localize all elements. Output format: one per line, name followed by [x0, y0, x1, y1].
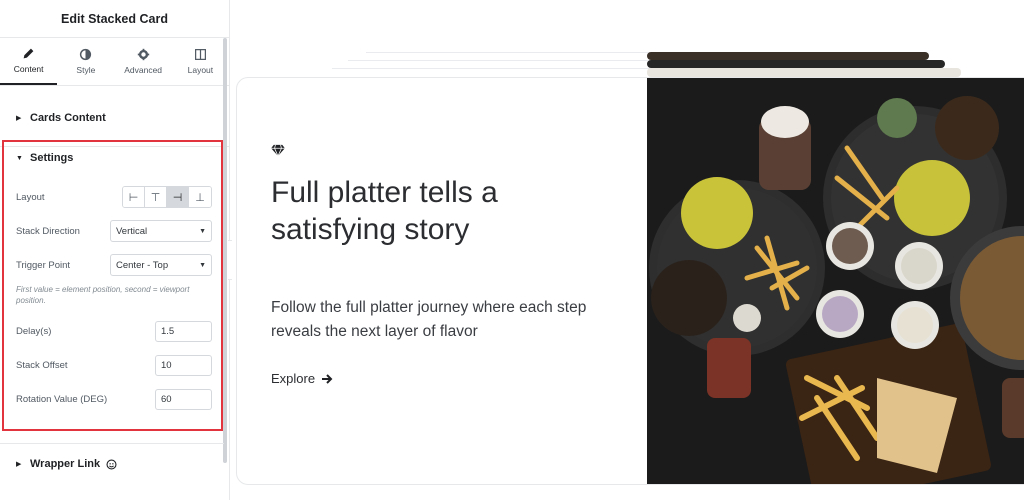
section-cards-content[interactable]: ▶ Cards Content — [0, 98, 229, 138]
caret-right-icon: ▶ — [16, 115, 22, 122]
layout-icon — [194, 49, 206, 60]
gem-icon — [271, 144, 285, 156]
tab-content-label: Content — [13, 64, 44, 74]
contrast-icon — [80, 48, 92, 61]
pro-badge-icon — [106, 458, 117, 470]
card-title: Full platter tells a satisfying story — [271, 176, 498, 246]
tab-style-label: Style — [76, 65, 96, 75]
stacked-card: Full platter tells a satisfying story Fo… — [236, 77, 1024, 485]
gear-icon — [137, 48, 149, 61]
tab-advanced[interactable]: Advanced — [115, 38, 172, 85]
food-platter-photo — [647, 78, 1024, 484]
tab-content[interactable]: Content — [0, 38, 58, 85]
explore-label: Explore — [271, 371, 316, 386]
tab-layout[interactable]: Layout — [172, 38, 229, 85]
wrapper-link-section: ▶ Wrapper Link — [0, 443, 224, 484]
preview-canvas: Full platter tells a satisfying story Fo… — [232, 0, 1024, 500]
stacked-card-image — [647, 52, 929, 60]
panel-tabs: Content Style Advanced Layout — [0, 38, 229, 86]
explore-link[interactable]: Explore — [271, 371, 333, 386]
arrow-right-icon — [322, 373, 333, 384]
settings-highlight-box — [2, 140, 223, 431]
section-wrapper-link-label: Wrapper Link — [30, 458, 101, 470]
tab-advanced-label: Advanced — [124, 65, 163, 75]
pencil-icon — [23, 48, 34, 59]
tab-style[interactable]: Style — [57, 38, 114, 85]
food-platter-illustration — [647, 78, 1024, 484]
caret-right-icon: ▶ — [16, 461, 22, 468]
tab-layout-label: Layout — [187, 65, 214, 75]
stacked-card-image — [647, 60, 945, 68]
section-cards-content-label: Cards Content — [30, 112, 106, 124]
panel-title: Edit Stacked Card — [0, 0, 229, 38]
card-description: Follow the full platter journey where ea… — [271, 299, 587, 340]
section-wrapper-link[interactable]: ▶ Wrapper Link — [0, 444, 224, 484]
stacked-card-image — [647, 68, 961, 77]
